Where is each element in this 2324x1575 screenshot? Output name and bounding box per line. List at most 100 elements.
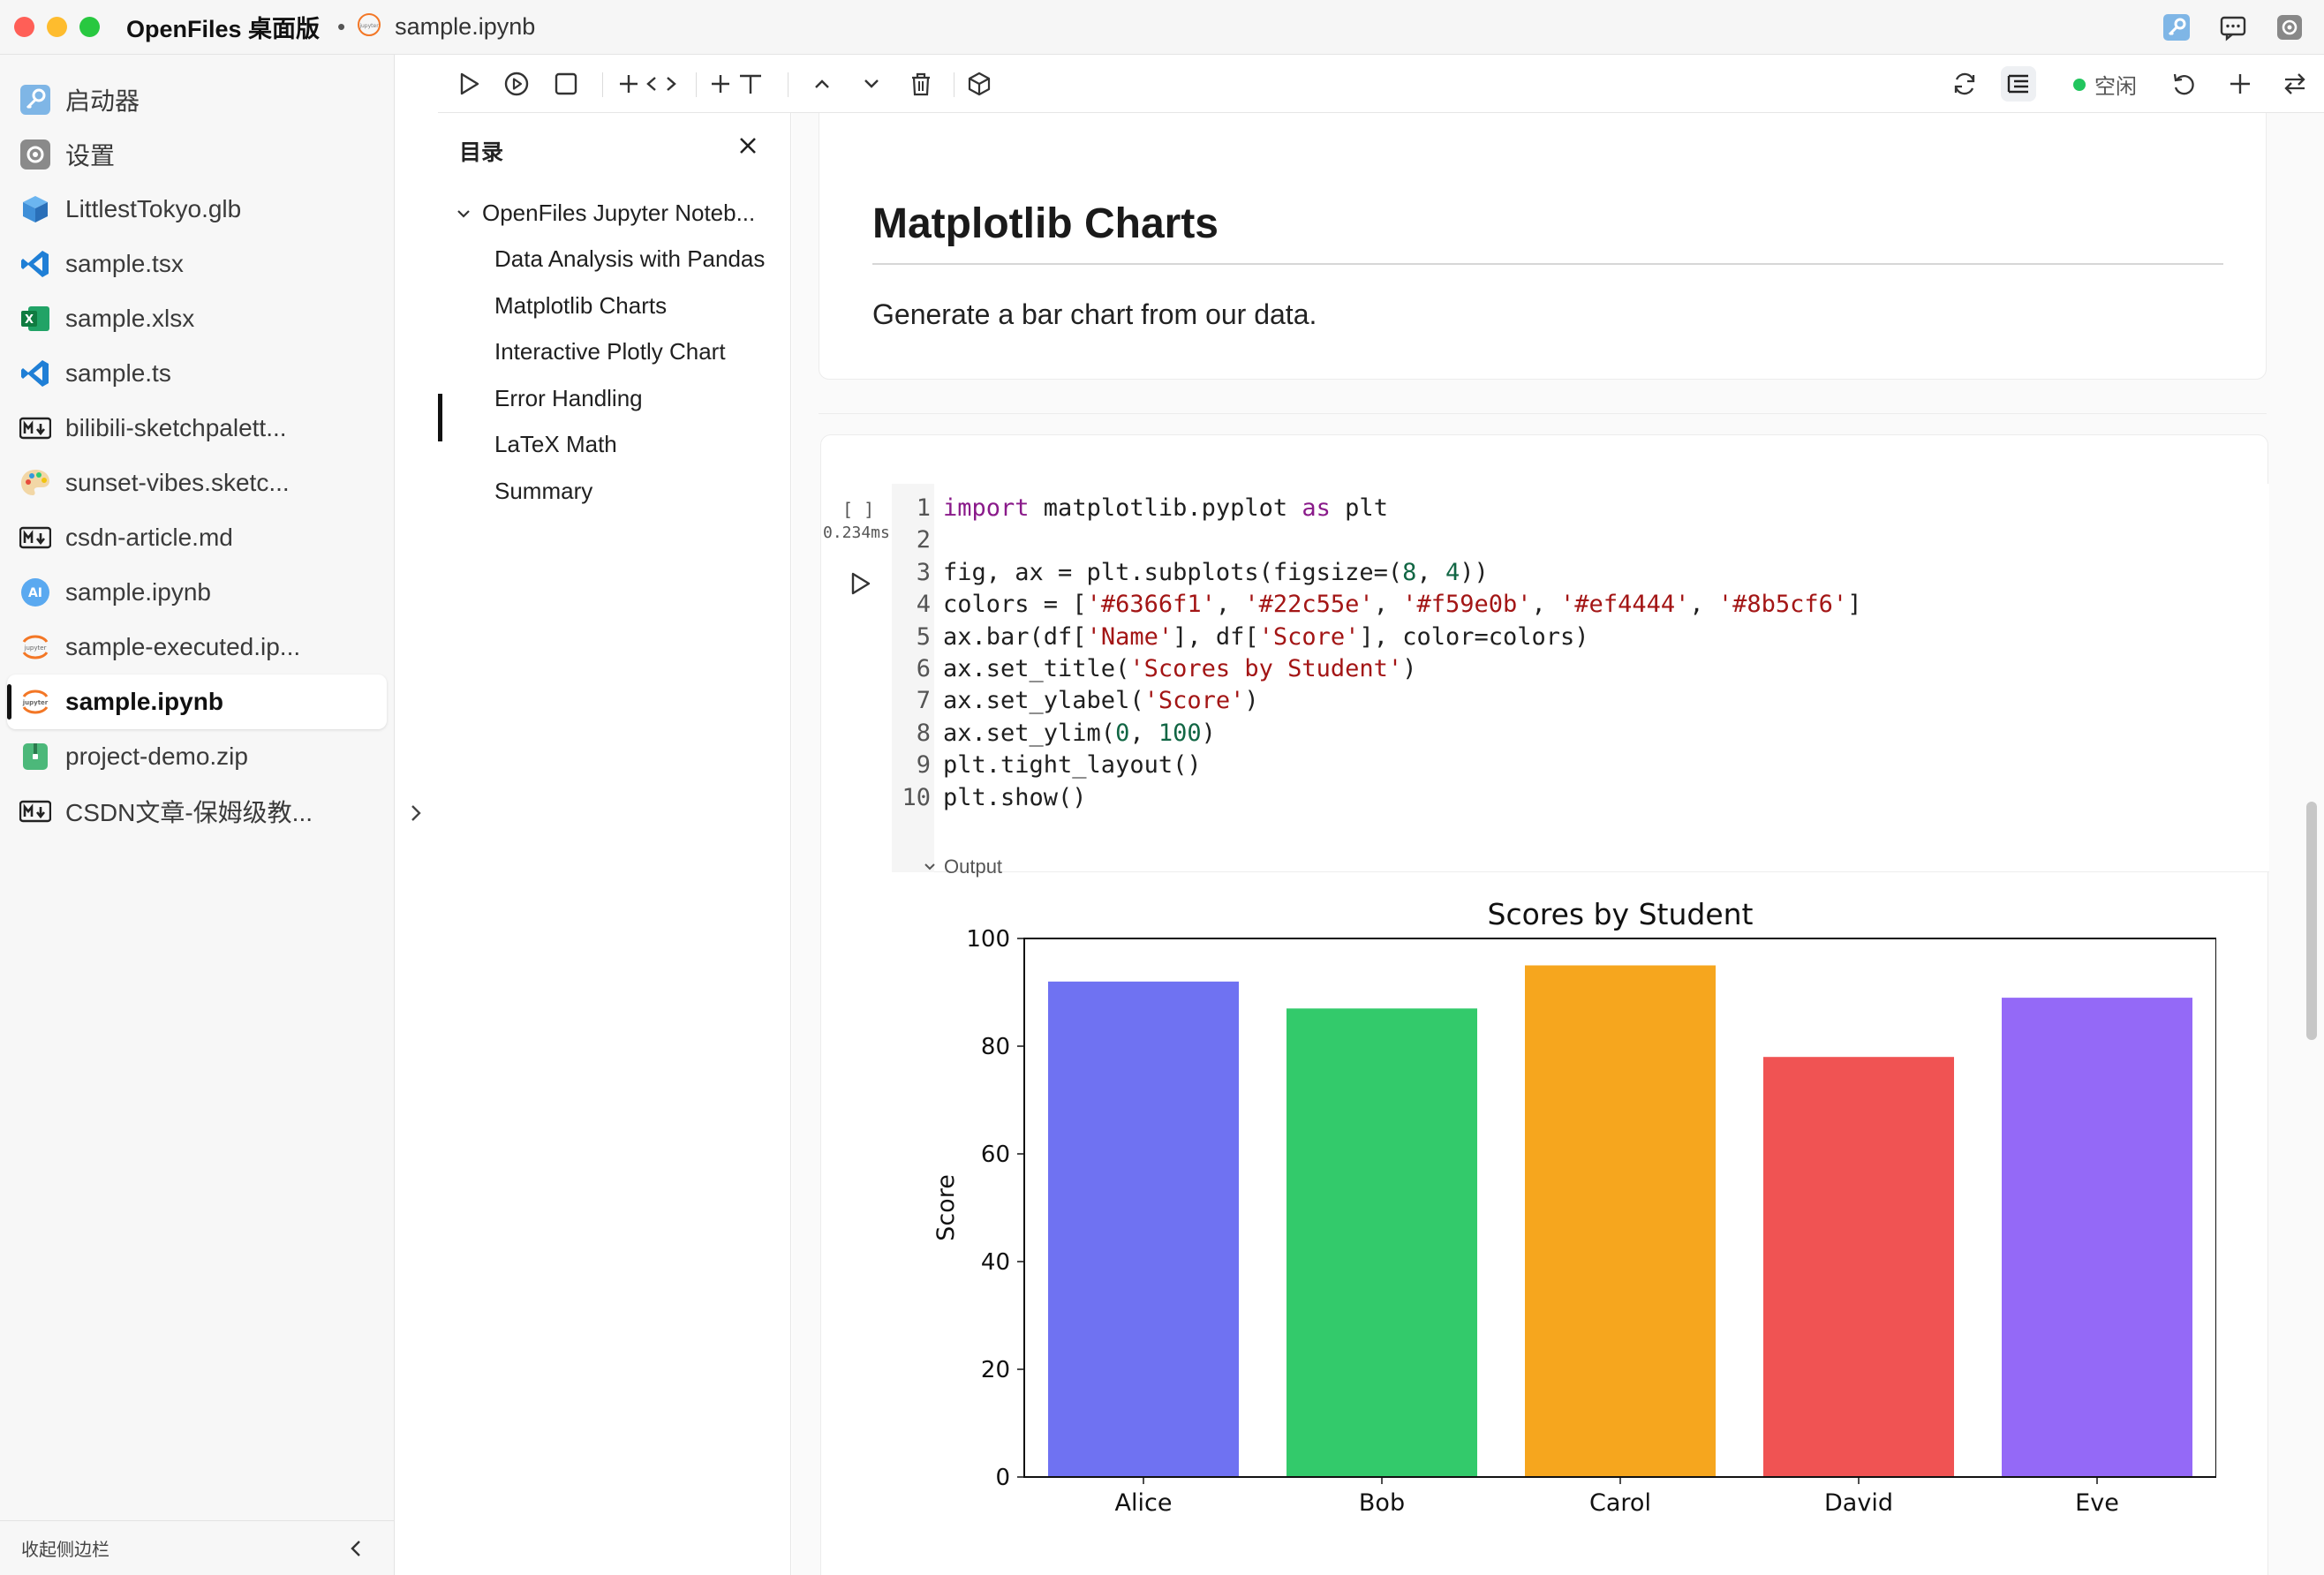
x-tick-label: Bob	[1359, 1489, 1405, 1517]
line-number: 1	[916, 494, 931, 522]
sidebar-item-label: sample.xlsx	[65, 305, 195, 332]
toolbar-divider	[696, 72, 697, 97]
sidebar-item-sample-executed[interactable]: jupyter sample-executed.ip...	[7, 620, 387, 674]
sidebar-item-sample-ipynb-ai[interactable]: AI sample.ipynb	[7, 565, 387, 620]
markdown-cell[interactable]: Matplotlib Charts Generate a bar chart f…	[819, 113, 2267, 380]
add-code-cell-button[interactable]	[618, 69, 683, 99]
code-editor[interactable]: 1 import matplotlib.pyplot as plt 2 3 fig, a…	[892, 484, 2269, 872]
collapse-sidebar-button[interactable]: 收起侧边栏	[0, 1520, 395, 1575]
toc-toggle-button[interactable]	[2001, 66, 2036, 102]
svg-text:X: X	[25, 313, 34, 327]
stop-button[interactable]	[551, 69, 581, 99]
toc-item-matplotlib[interactable]: Matplotlib Charts	[494, 292, 667, 320]
toc-item-data-analysis[interactable]: Data Analysis with Pandas	[494, 245, 765, 273]
chevron-left-icon	[345, 1537, 368, 1565]
move-down-button[interactable]	[856, 69, 887, 99]
bar-alice	[1048, 981, 1239, 1477]
cube-icon	[19, 193, 51, 225]
sidebar-item-launcher[interactable]: 启动器	[7, 72, 387, 127]
markdown-icon	[19, 522, 51, 554]
sidebar-item-sample-tsx[interactable]: sample.tsx	[7, 237, 387, 291]
sidebar-item-label: 启动器	[65, 87, 140, 115]
notebook-toolbar: 空闲	[438, 55, 2324, 113]
run-cell-button[interactable]	[454, 69, 484, 99]
line-number: 4	[916, 591, 931, 619]
sidebar-item-label: sample.ts	[65, 359, 171, 387]
code-text: ax.set_ylabel('Score')	[943, 687, 1259, 715]
close-window-button[interactable]	[14, 17, 34, 37]
palette-icon	[19, 467, 51, 499]
chevron-right-icon[interactable]	[404, 802, 427, 829]
settings-icon[interactable]	[2275, 12, 2305, 42]
sidebar-item-label: sample-executed.ip...	[65, 633, 301, 660]
close-icon[interactable]	[736, 134, 759, 162]
switch-icon[interactable]	[2280, 69, 2310, 99]
run-cell-icon[interactable]	[846, 569, 874, 602]
code-cell[interactable]: [ ] 0.234ms 1 import matplotlib.pyplot as…	[820, 434, 2269, 1575]
code-text: ax.set_ylim(0, 100)	[943, 719, 1216, 747]
sidebar-item-sunset-vibes[interactable]: sunset-vibes.sketc...	[7, 456, 387, 510]
refresh-icon[interactable]	[1950, 69, 1980, 99]
toc-item-plotly[interactable]: Interactive Plotly Chart	[494, 338, 726, 365]
bar-carol	[1525, 965, 1716, 1477]
sidebar-item-label: CSDN文章-保姆级教...	[65, 799, 313, 826]
notebook-area: Matplotlib Charts Generate a bar chart f…	[792, 113, 2324, 1575]
vscode-icon	[19, 248, 51, 280]
svg-text:jupyter: jupyter	[24, 644, 47, 652]
sidebar-item-bilibili[interactable]: bilibili-sketchpalett...	[7, 401, 387, 456]
toc-root-label: OpenFiles Jupyter Noteb...	[482, 200, 756, 226]
delete-cell-button[interactable]	[906, 69, 936, 99]
markdown-icon	[19, 795, 51, 827]
vertical-scrollbar[interactable]	[2306, 802, 2317, 1040]
toc-item-latex[interactable]: LaTeX Math	[494, 431, 617, 458]
sidebar-item-sample-ipynb-active[interactable]: jupyter sample.ipynb	[7, 674, 387, 729]
sidebar-item-label: 设置	[65, 142, 116, 170]
package-icon[interactable]	[964, 69, 994, 99]
chevron-down-icon	[457, 209, 470, 218]
add-icon[interactable]	[2225, 69, 2255, 99]
toc-root-item[interactable]: OpenFiles Jupyter Noteb...	[456, 200, 755, 227]
output-label: Output	[944, 855, 1003, 878]
execution-time: 0.234ms	[823, 524, 890, 542]
sidebar-item-sample-xlsx[interactable]: X sample.xlsx	[7, 291, 387, 346]
sidebar-item-csdn-tutorial[interactable]: CSDN文章-保姆级教...	[7, 784, 387, 839]
sidebar-item-project-demo[interactable]: project-demo.zip	[7, 729, 387, 784]
sidebar-item-littlesttokyo[interactable]: LittlestTokyo.glb	[7, 182, 387, 237]
line-number: 8	[916, 719, 931, 747]
code-text: ax.set_title('Scores by Student')	[943, 655, 1417, 682]
chat-icon[interactable]	[2218, 12, 2248, 42]
vscode-icon	[19, 358, 51, 389]
sidebar-item-settings[interactable]: 设置	[7, 127, 387, 182]
excel-icon: X	[19, 303, 51, 335]
sidebar-item-label: sunset-vibes.sketc...	[65, 469, 290, 496]
restart-kernel-button[interactable]	[2169, 69, 2199, 99]
sidebar-item-label: LittlestTokyo.glb	[65, 195, 242, 222]
kernel-status: 空闲	[2073, 69, 2137, 100]
sidebar-item-sample-ts[interactable]: sample.ts	[7, 346, 387, 401]
bar-david	[1763, 1057, 1954, 1477]
sidebar-item-label: project-demo.zip	[65, 742, 248, 770]
toc-item-error-handling[interactable]: Error Handling	[494, 385, 643, 412]
x-tick-label: Eve	[2075, 1489, 2119, 1517]
key-icon[interactable]	[2162, 12, 2192, 42]
minimize-window-button[interactable]	[47, 17, 67, 37]
code-text: ax.bar(df['Name'], df['Score'], color=co…	[943, 622, 1589, 651]
heading-rule	[872, 263, 2223, 265]
run-all-button[interactable]	[502, 69, 532, 99]
y-axis-label: Score	[932, 1174, 960, 1241]
add-text-cell-button[interactable]	[710, 69, 775, 99]
x-tick-label: David	[1824, 1489, 1893, 1517]
kernel-status-dot	[2073, 78, 2086, 91]
title-separator: •	[337, 13, 346, 40]
cell-separator	[819, 413, 2267, 414]
move-up-button[interactable]	[807, 69, 837, 99]
toc-active-indicator	[438, 394, 442, 441]
output-toggle[interactable]: Output	[923, 855, 1002, 878]
toc-title: 目录	[459, 140, 504, 165]
sidebar-item-csdn-article[interactable]: csdn-article.md	[7, 510, 387, 565]
toc-item-summary[interactable]: Summary	[494, 478, 592, 505]
maximize-window-button[interactable]	[79, 17, 100, 37]
y-tick-label: 0	[995, 1465, 1010, 1491]
code-line: 5 ax.bar(df['Name'], df['Score'], color=c…	[892, 623, 1589, 655]
y-tick-label: 60	[981, 1142, 1010, 1168]
